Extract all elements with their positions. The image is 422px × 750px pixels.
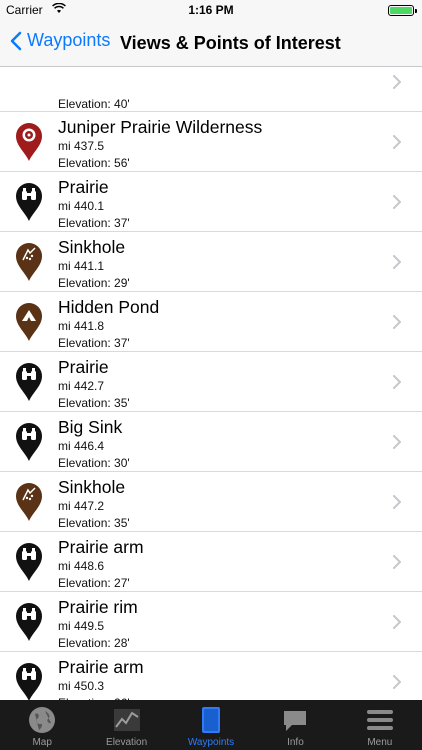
tab-label: Info [287,737,304,748]
binoculars-pin-icon [14,542,44,582]
waypoint-row[interactable]: Prairie rim mi 449.5 Elevation: 28' [0,592,422,652]
tab-label: Menu [367,737,393,748]
waypoint-name: Prairie [58,177,109,197]
waypoint-elevation: Elevation: 27' [58,576,130,590]
tab-map[interactable]: Map [0,700,84,750]
back-button-label: Waypoints [27,30,111,50]
waypoint-mile: mi 448.6 [58,559,105,573]
waypoint-mile: mi 450.3 [58,679,105,693]
waypoint-name: Prairie rim [58,597,138,617]
waypoint-mile: mi 446.4 [58,439,105,453]
waypoint-row[interactable]: Sinkhole mi 447.2 Elevation: 35' [0,472,422,532]
chevron-right-icon [393,315,401,329]
waypoint-mile: mi 441.1 [58,259,105,273]
tab-info[interactable]: Info [253,700,337,750]
tab-label: Map [32,737,52,748]
binoculars-pin-icon [14,602,44,642]
tab-elevation[interactable]: Elevation [84,700,168,750]
waypoint-name: Juniper Prairie Wilderness [58,117,263,137]
binoculars-pin-icon [14,422,44,462]
page-title: Views & Points of Interest [120,33,341,53]
waypoint-elevation: Elevation: 29' [58,276,130,290]
waypoint-mile: mi 447.2 [58,499,105,513]
tab-waypoints[interactable]: Waypoints [169,700,253,750]
waypoint-row[interactable]: Prairie arm mi 448.6 Elevation: 27' [0,532,422,592]
chevron-right-icon [393,555,401,569]
chevron-right-icon [393,135,401,149]
waypoint-row[interactable]: Big Sink mi 446.4 Elevation: 30' [0,412,422,472]
tab-bar: Map Elevation Waypoints Info Menu [0,700,422,750]
waypoint-mile: mi 442.7 [58,379,105,393]
chevron-right-icon [393,75,401,89]
status-bar: Carrier 1:16 PM [0,0,422,20]
sinkhole-pin-icon [14,242,44,282]
waypoint-mile: mi 437.5 [58,139,105,153]
waypoint-row[interactable]: Sinkhole mi 441.1 Elevation: 29' [0,232,422,292]
chevron-left-icon [10,31,22,50]
waypoint-name: Prairie [58,357,109,377]
tab-menu[interactable]: Menu [338,700,422,750]
binoculars-pin-icon [14,182,44,222]
chevron-right-icon [393,675,401,689]
wilderness-pin-icon [14,122,44,162]
waypoint-name: Hidden Pond [58,297,160,317]
battery-icon [388,5,417,16]
waypoint-elevation: Elevation: 40' [58,97,130,111]
chevron-right-icon [393,495,401,509]
waypoint-mile: mi 449.5 [58,619,105,633]
waypoint-name: Sinkhole [58,477,126,497]
waypoint-name: Prairie arm [58,537,144,557]
chevron-right-icon [393,435,401,449]
waypoint-row[interactable]: Juniper Prairie Wilderness mi 437.5 Elevat… [0,112,422,172]
clock: 1:16 PM [188,3,234,17]
waypoint-elevation: Elevation: 35' [58,516,130,530]
waypoint-elevation: Elevation: 37' [58,216,130,230]
chevron-right-icon [393,195,401,209]
pond-pin-icon [14,302,44,342]
waypoint-mile: mi 441.8 [58,319,105,333]
waypoint-name: Prairie arm [58,657,144,677]
waypoint-elevation: Elevation: 37' [58,336,130,350]
tab-label: Waypoints [187,737,235,748]
waypoint-row[interactable]: Prairie armmi 450.3Elevation: 26' [0,652,422,700]
back-button[interactable]: Waypoints [10,30,110,51]
waypoint-row[interactable]: Hidden Pond mi 441.8 Elevation: 37' [0,292,422,352]
waypoint-mile: mi 440.1 [58,199,105,213]
waypoint-list[interactable]: Elevation: 40' Juniper Prairie Wilderness… [0,66,422,700]
binoculars-pin-icon [14,662,44,700]
waypoint-elevation: Elevation: 28' [58,636,130,650]
waypoint-elevation: Elevation: 30' [58,456,130,470]
waypoint-name: Big Sink [58,417,123,437]
tab-label: Elevation [106,737,148,748]
waypoint-row[interactable]: Prairie mi 440.1 Elevation: 37' [0,172,422,232]
waypoint-row[interactable]: Prairie mi 442.7 Elevation: 35' [0,352,422,412]
navigation-bar: Waypoints Views & Points of Interest [0,20,422,67]
waypoint-elevation: Elevation: 35' [58,396,130,410]
waypoint-elevation: Elevation: 56' [58,156,130,170]
chevron-right-icon [393,375,401,389]
sinkhole-pin-icon [14,482,44,522]
waypoint-row[interactable]: Elevation: 40' [0,66,422,112]
waypoint-name: Sinkhole [58,237,126,257]
chevron-right-icon [393,615,401,629]
binoculars-pin-icon [14,362,44,402]
chevron-right-icon [393,255,401,269]
